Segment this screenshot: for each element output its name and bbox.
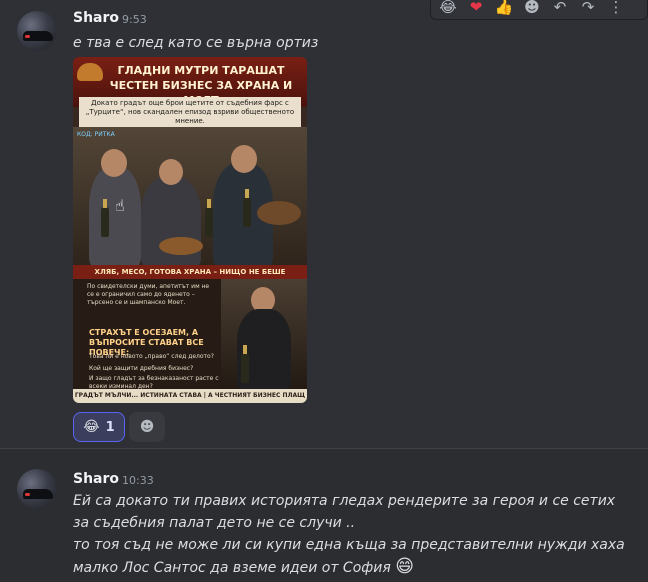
smile-emoji-icon: 😄 <box>395 556 414 577</box>
message-line-text: малко Лос Сантос да вземе идеи от София <box>73 560 391 576</box>
message-line: Ей са докато ти правих историята гледах … <box>73 493 616 509</box>
message-2: Sharo 10:33 Ей са докато ти правих истор… <box>0 448 648 582</box>
timestamp: 10:33 <box>122 474 154 487</box>
message-line: за съдебния палат дето не се случи .. <box>73 515 356 531</box>
message-line: то тоя съд не може ли си купи една къща … <box>73 537 625 553</box>
avatar[interactable] <box>17 469 57 509</box>
message-line: малко Лос Сантос да вземе идеи от София … <box>73 556 625 579</box>
author-name[interactable]: Sharo <box>73 471 119 487</box>
message-text: Ей са докато ти правих историята гледах … <box>73 490 625 579</box>
